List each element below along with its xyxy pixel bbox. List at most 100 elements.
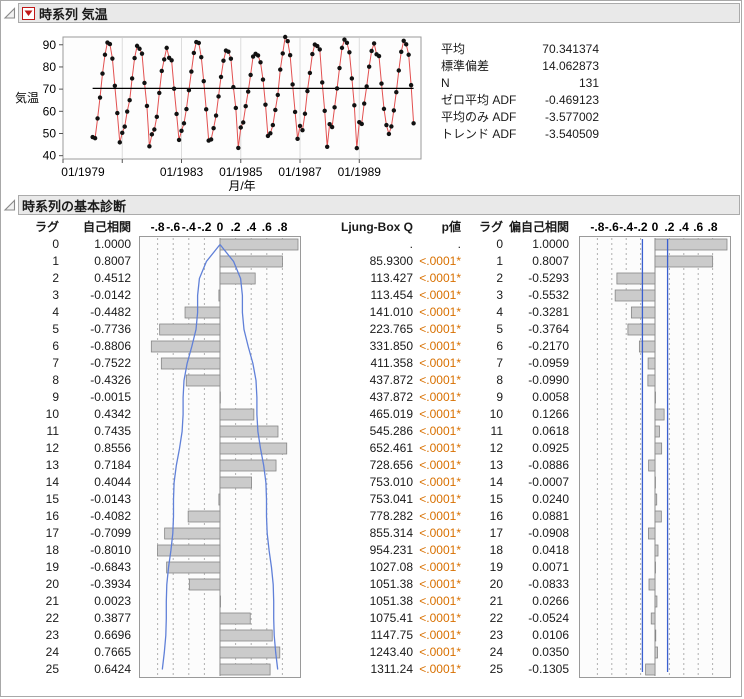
acf-cell: -0.7736 bbox=[90, 322, 131, 336]
pacf-cell: -0.2170 bbox=[528, 339, 569, 353]
svg-text:0: 0 bbox=[217, 220, 224, 234]
pacf-cell: -0.0524 bbox=[528, 611, 569, 625]
lag-cell: 1 bbox=[52, 254, 59, 268]
disclosure-triangle-icon[interactable] bbox=[3, 198, 17, 212]
red-triangle-menu-icon[interactable] bbox=[22, 6, 35, 20]
acf-cell: -0.3934 bbox=[90, 577, 131, 591]
lag-cell: 14 bbox=[489, 475, 503, 489]
panel1-title: 時系列 気温 bbox=[39, 6, 108, 22]
svg-text:60: 60 bbox=[43, 104, 57, 118]
p-value-cell: <.0001* bbox=[419, 645, 461, 659]
svg-text:.8: .8 bbox=[277, 220, 287, 234]
acf-cell: 0.8007 bbox=[94, 254, 131, 268]
lag-cell: 10 bbox=[489, 407, 503, 421]
svg-text:-.6: -.6 bbox=[605, 220, 619, 234]
svg-text:.6: .6 bbox=[693, 220, 703, 234]
acf-cell: 1.0000 bbox=[94, 237, 131, 251]
lag-cell: 24 bbox=[489, 645, 503, 659]
pacf-cell: 0.0618 bbox=[532, 424, 569, 438]
panel2-title-bar: 時系列の基本診断 bbox=[18, 195, 740, 215]
acf-cell: 0.8556 bbox=[94, 441, 131, 455]
lag-cell: 16 bbox=[489, 509, 503, 523]
svg-text:-.6: -.6 bbox=[166, 220, 180, 234]
acf-bar-chart bbox=[139, 236, 301, 678]
pacf-cell: 0.0925 bbox=[532, 441, 569, 455]
ljung-box-q-cell: 411.358 bbox=[370, 356, 414, 370]
p-value-cell: <.0001* bbox=[419, 509, 461, 523]
lag-cell: 8 bbox=[496, 373, 503, 387]
pacf-cell: -0.0833 bbox=[528, 577, 569, 591]
p-value-cell: <.0001* bbox=[419, 577, 461, 591]
disclosure-triangle-icon[interactable] bbox=[3, 6, 17, 20]
ljung-box-q-cell: 113.427 bbox=[370, 271, 414, 285]
time-series-chart: 40 50 60 70 80 90 01/1979 01/1983 01/1985 01/1987… bbox=[15, 34, 422, 191]
p-value-cell: <.0001* bbox=[419, 288, 461, 302]
lag-cell: 14 bbox=[45, 475, 59, 489]
acf-cell: 0.0023 bbox=[94, 594, 131, 608]
acf-cell: 0.7435 bbox=[94, 424, 131, 438]
svg-text:01/1983: 01/1983 bbox=[160, 165, 204, 179]
p-value-cell: <.0001* bbox=[419, 254, 461, 268]
stat-value: -3.540509 bbox=[544, 127, 599, 141]
panel1-content: 40 50 60 70 80 90 01/1979 01/1983 01/1985 01/1987… bbox=[3, 29, 741, 191]
lag-cell: 20 bbox=[489, 577, 503, 591]
ljung-box-q-cell: 545.286 bbox=[369, 424, 413, 438]
acf-cell: -0.4082 bbox=[90, 509, 131, 523]
pacf-cell: 0.0058 bbox=[532, 390, 569, 404]
stat-value: 14.062873 bbox=[542, 59, 599, 73]
pacf-cell: 0.0071 bbox=[532, 560, 569, 574]
p-value-cell: <.0001* bbox=[419, 543, 461, 557]
column-header-lag2: ラグ bbox=[478, 220, 503, 234]
p-value-cell: <.0001* bbox=[419, 594, 461, 608]
pacf-cell: -0.1305 bbox=[528, 662, 569, 676]
svg-text:50: 50 bbox=[43, 126, 57, 140]
svg-text:-.4: -.4 bbox=[619, 220, 633, 234]
pacf-cell: 0.0106 bbox=[532, 628, 569, 642]
lag-cell: 21 bbox=[45, 594, 59, 608]
ljung-box-q-cell: . bbox=[409, 237, 413, 251]
svg-text:01/1987: 01/1987 bbox=[278, 165, 322, 179]
column-header-pacf: 偏自己相関 bbox=[508, 220, 569, 234]
lag-cell: 5 bbox=[52, 322, 59, 336]
pacf-cell: 0.0350 bbox=[532, 645, 569, 659]
ljung-box-q-cell: 1311.24 bbox=[370, 662, 414, 676]
lag-cell: 22 bbox=[489, 611, 503, 625]
ljung-box-q-cell: 113.454 bbox=[370, 288, 414, 302]
p-value-cell: <.0001* bbox=[419, 441, 461, 455]
column-header-acf: 自己相関 bbox=[82, 220, 131, 234]
lag-cell: 0 bbox=[496, 237, 503, 251]
lag-cell: 18 bbox=[45, 543, 59, 557]
panel1-header: 時系列 気温 bbox=[3, 3, 741, 23]
svg-text:.2: .2 bbox=[231, 220, 241, 234]
lag-cell: 11 bbox=[490, 424, 503, 438]
svg-text:0: 0 bbox=[652, 220, 659, 234]
pacf-cell: -0.5532 bbox=[528, 288, 569, 302]
lag-cell: 23 bbox=[45, 628, 59, 642]
acf-cell: -0.0015 bbox=[90, 390, 131, 404]
stat-value: 131 bbox=[578, 76, 599, 90]
lag-cell: 19 bbox=[489, 560, 503, 574]
lag-cell: 2 bbox=[496, 271, 503, 285]
pacf-cell: 0.8007 bbox=[532, 254, 569, 268]
lag-cell: 17 bbox=[45, 526, 59, 540]
lag-cell: 8 bbox=[52, 373, 59, 387]
ljung-box-q-cell: 465.019 bbox=[369, 407, 413, 421]
stat-label: N bbox=[441, 76, 450, 90]
p-value-cell: <.0001* bbox=[419, 390, 461, 404]
lag-cell: 21 bbox=[489, 594, 503, 608]
lag-cell: 3 bbox=[496, 288, 503, 302]
lag-cell: 7 bbox=[52, 356, 59, 370]
ljung-box-q-cell: 1075.41 bbox=[369, 611, 413, 625]
svg-text:月/年: 月/年 bbox=[228, 179, 255, 191]
lag-cell: 4 bbox=[496, 305, 503, 319]
svg-text:.2: .2 bbox=[664, 220, 674, 234]
svg-text:01/1979: 01/1979 bbox=[61, 165, 105, 179]
lag-cell: 6 bbox=[496, 339, 503, 353]
p-value-cell: . bbox=[457, 237, 461, 251]
p-value-cell: <.0001* bbox=[419, 611, 461, 625]
p-value-cell: <.0001* bbox=[419, 492, 461, 506]
ljung-box-q-cell: 652.461 bbox=[369, 441, 413, 455]
pacf-cell: -0.3764 bbox=[528, 322, 569, 336]
stat-label: 平均 bbox=[441, 42, 466, 56]
lag-cell: 17 bbox=[489, 526, 503, 540]
